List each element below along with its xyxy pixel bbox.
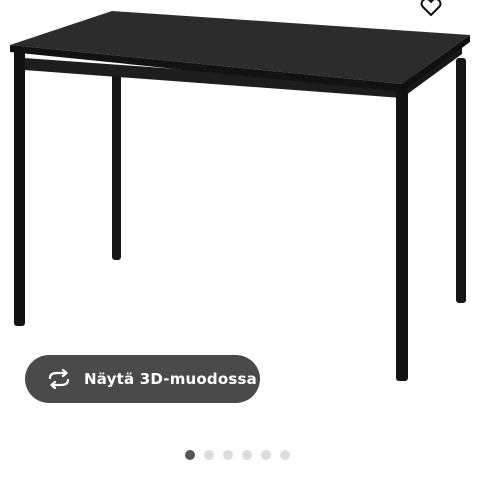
pager-dot-2[interactable] [204, 450, 214, 460]
view-3d-button[interactable]: Näytä 3D-muodossa [25, 355, 260, 403]
table-leg-front-right [396, 90, 408, 381]
heart-icon [420, 0, 442, 16]
pager-dot-1[interactable] [185, 450, 195, 460]
image-pager [185, 449, 290, 461]
rotate-3d-icon [45, 369, 73, 389]
favorite-button[interactable] [416, 0, 446, 22]
pager-dot-5[interactable] [261, 450, 271, 460]
table-leg-back-left [112, 72, 121, 260]
pager-dot-4[interactable] [242, 450, 252, 460]
table-leg-front-left [14, 50, 25, 326]
pager-dot-6[interactable] [280, 450, 290, 460]
table-leg-back-right [456, 58, 466, 303]
view-3d-label: Näytä 3D-muodossa [84, 370, 257, 388]
pager-dot-3[interactable] [223, 450, 233, 460]
